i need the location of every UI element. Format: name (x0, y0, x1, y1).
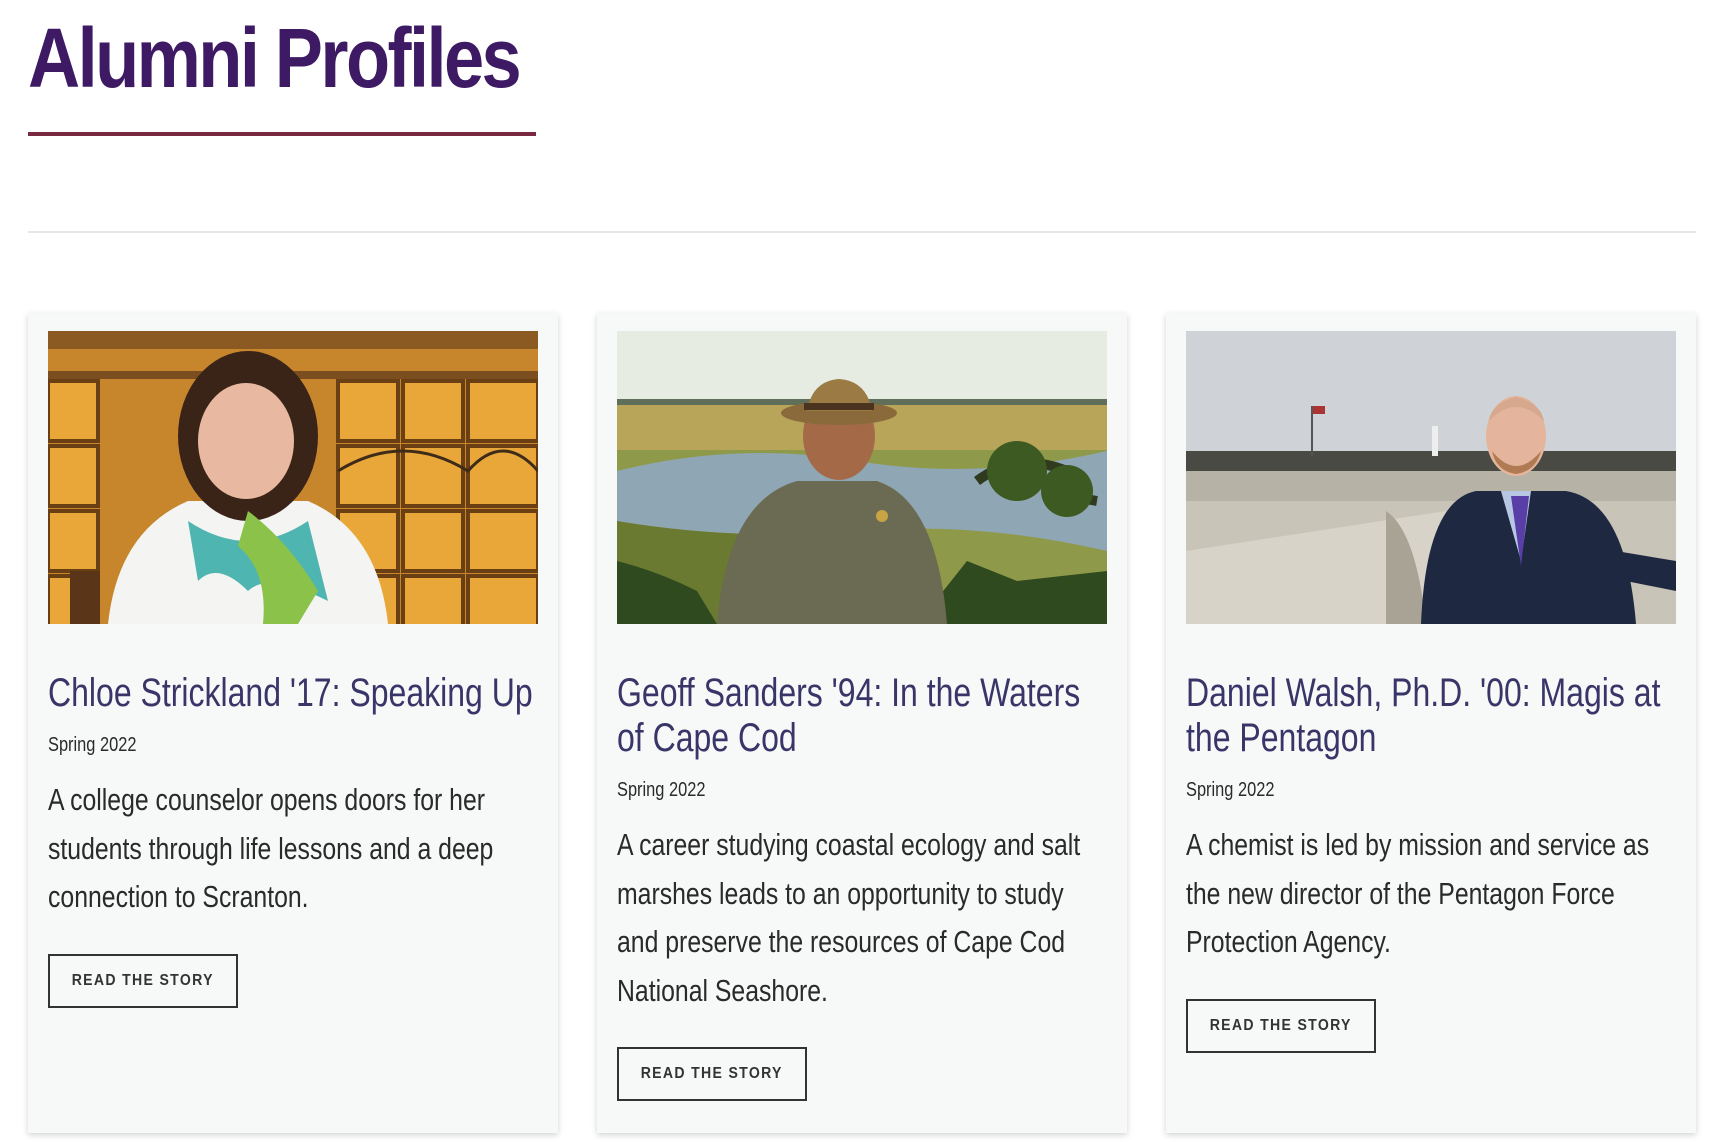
profile-date: Spring 2022 (48, 734, 137, 756)
read-the-story-button[interactable]: READ THE STORY (1186, 998, 1376, 1053)
profile-description: A college counselor opens doors for her … (48, 782, 494, 914)
profile-photo[interactable] (1186, 331, 1676, 624)
read-the-story-button[interactable]: READ THE STORY (48, 953, 238, 1008)
profile-description: A chemist is led by mission and service … (1186, 827, 1650, 959)
title-underline (28, 132, 536, 136)
section-divider (28, 231, 1696, 233)
profile-photo[interactable] (617, 331, 1107, 624)
profile-title[interactable]: Geoff Sanders '94: In the Waters of Cape… (617, 671, 1109, 761)
profile-card: Geoff Sanders '94: In the Waters of Cape… (597, 313, 1127, 1133)
profile-title[interactable]: Daniel Walsh, Ph.D. '00: Magis at the Pe… (1186, 671, 1678, 761)
profile-date: Spring 2022 (1186, 779, 1275, 801)
profile-title[interactable]: Chloe Strickland '17: Speaking Up (48, 671, 540, 716)
read-the-story-label: READ THE STORY (640, 1065, 784, 1082)
read-the-story-label: READ THE STORY (71, 971, 215, 989)
profile-card: Daniel Walsh, Ph.D. '00: Magis at the Pe… (1166, 313, 1696, 1133)
profile-date: Spring 2022 (617, 779, 706, 801)
page-title: Alumni Profiles (28, 11, 522, 105)
profile-photo[interactable] (48, 331, 538, 624)
profile-card: Chloe Strickland '17: Speaking Up Spring… (28, 313, 558, 1133)
read-the-story-label: READ THE STORY (1209, 1016, 1353, 1034)
read-the-story-button[interactable]: READ THE STORY (617, 1047, 807, 1101)
profile-description: A career studying coastal ecology and sa… (617, 827, 1081, 1008)
